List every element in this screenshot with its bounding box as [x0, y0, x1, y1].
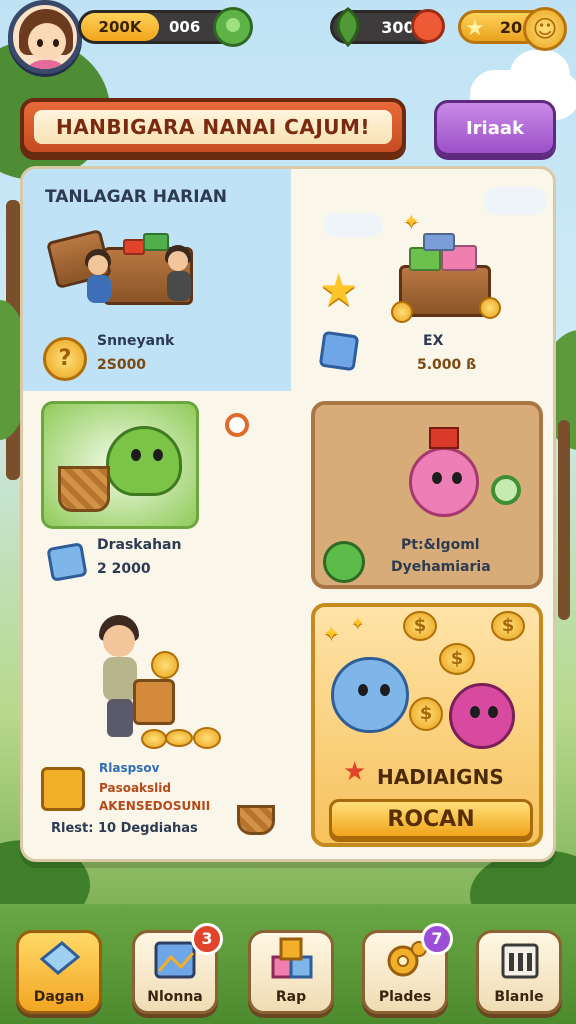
pink-card-line1: Pt:&lgoml [401, 537, 480, 553]
star-icon: ★ [465, 16, 485, 41]
reward-title: HADIAIGNS [377, 765, 504, 789]
bag-icon [133, 679, 175, 725]
pink-card-line2: Dyehamiaria [391, 559, 491, 575]
green-gem-icon [213, 7, 253, 47]
red-star-icon: ★ [343, 757, 367, 787]
chest-card-value: 5.000 ß [417, 357, 477, 373]
nav-item-plades[interactable]: 7 Plades [362, 923, 453, 1014]
star-amount: 20 [499, 17, 523, 37]
green-card-value: 2 2000 [97, 561, 151, 577]
star-counter[interactable]: ★ 20 ☺ [458, 7, 567, 51]
daily-card[interactable]: TANLAGAR HARIAN ? Snneyank 2S000 [23, 169, 291, 391]
pink-monster-icon [409, 447, 479, 517]
blocks-icon [271, 937, 313, 979]
title-banner: HANBIGARA NANAI CAJUM! [20, 98, 406, 156]
hat-icon [429, 427, 459, 449]
book-icon [39, 941, 81, 975]
chest-card-label: EX [423, 333, 444, 349]
leaf-icon [336, 7, 360, 47]
reward-card[interactable]: $ $ $ ✦ ✦ $ ★ HADIAIGNS ROCAN [311, 603, 543, 847]
smiley-coin-icon: ☺ [523, 7, 567, 51]
nav-item-dagan[interactable]: Dagan [16, 930, 102, 1014]
crate-icon [41, 767, 85, 811]
coin-badge-icon: ? [43, 337, 87, 381]
star-icon: ★ [319, 265, 359, 316]
nav-label: Rap [275, 989, 307, 1005]
basket-icon [237, 805, 275, 835]
pin-icon [225, 413, 249, 437]
page-title: HANBIGARA NANAI CAJUM! [34, 110, 392, 144]
daily-card-label: Snneyank [97, 333, 175, 349]
apple-icon [411, 9, 445, 43]
nav-item-blanle[interactable]: Blanle [476, 930, 562, 1014]
notification-badge: 7 [421, 923, 453, 955]
pink-monster-card[interactable]: Pt:&lgoml Dyehamiaria [311, 401, 543, 589]
leaf-badge-icon [323, 541, 365, 583]
green-card-label: Draskahan [97, 537, 182, 553]
chest-card[interactable]: ★ ✦ EX 5.000 ß [291, 169, 553, 391]
daily-card-value: 2S000 [97, 357, 147, 373]
farmer-card-line2: Pasoakslid [99, 781, 171, 795]
nav-label: Dagan [33, 989, 85, 1005]
farmer-card-line1: Rlaspsov [99, 761, 160, 775]
nav-label: Plades [378, 989, 432, 1005]
resource-amount: 300 [381, 17, 415, 37]
pink-monster-icon [449, 683, 515, 749]
building-icon [501, 943, 539, 979]
notification-badge: 3 [191, 923, 223, 955]
bottom-nav: Dagan 3 Nlonna Rap 7 Plades Blanle [0, 923, 576, 1024]
nav-label: Blanle [494, 989, 544, 1005]
gift-box-icon [46, 542, 88, 582]
cube-icon [318, 330, 360, 372]
green-monster-icon [106, 426, 182, 496]
swirl-icon [491, 475, 521, 505]
blue-monster-icon [331, 657, 409, 733]
green-monster-card[interactable] [41, 401, 199, 529]
coin-amount: 200K [81, 13, 159, 41]
daily-card-title: TANLAGAR HARIAN [45, 187, 227, 207]
resource-counter[interactable]: 300 [330, 7, 445, 47]
player-avatar[interactable] [8, 0, 82, 74]
basket-icon [58, 466, 110, 512]
farmer-card-line4: Rlest: 10 Degdiahas [51, 821, 198, 836]
nav-item-rap[interactable]: Rap [248, 930, 334, 1014]
nav-item-nlonna[interactable]: 3 Nlonna [132, 923, 223, 1014]
secondary-amount: 006 [169, 18, 201, 36]
farmer-card[interactable]: Rlaspsov Pasoakslid AKENSEDOSUNII Rlest:… [41, 609, 291, 849]
nav-label: Nlonna [147, 989, 203, 1005]
farmer-card-line3: AKENSEDOSUNII [99, 799, 211, 813]
reward-claim-button[interactable]: ROCAN [329, 799, 533, 839]
top-action-button[interactable]: Iriaak [434, 100, 556, 156]
task-board: TANLAGAR HARIAN ? Snneyank 2S000 ★ ✦ EX [20, 166, 556, 862]
coin-counter[interactable]: 200K 006 [78, 7, 253, 47]
